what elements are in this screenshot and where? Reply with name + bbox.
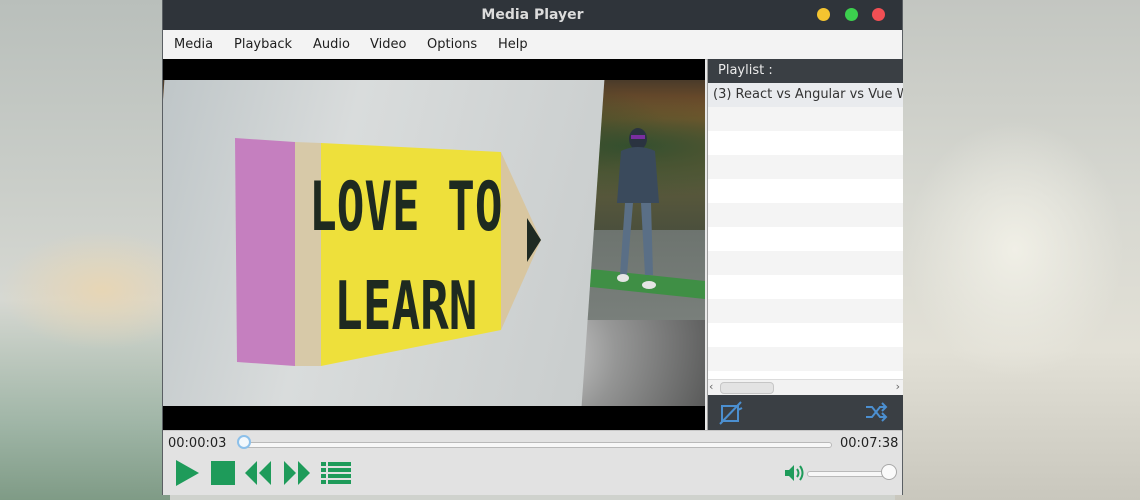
seek-handle[interactable] xyxy=(236,435,251,449)
playlist-empty-row xyxy=(708,203,903,227)
playlist-empty-row xyxy=(708,107,903,131)
media-player-window: Media Player Media Playback Audio Video … xyxy=(163,0,903,495)
playlist-empty-row xyxy=(708,179,903,203)
playlist-empty-row xyxy=(708,131,903,155)
sign-line-2: LEARN xyxy=(334,267,477,345)
play-icon xyxy=(176,460,199,486)
volume-button[interactable] xyxy=(783,458,807,488)
list-icon xyxy=(321,462,351,484)
playlist-list[interactable]: (3) React vs Angular vs Vue Which Framew… xyxy=(708,83,903,379)
playlist-toolbar xyxy=(708,395,903,430)
video-display[interactable]: LOVE TO LEARN xyxy=(163,59,705,430)
video-person xyxy=(617,128,659,289)
scrollbar-thumb[interactable] xyxy=(720,382,774,394)
backdrop-left xyxy=(0,0,170,500)
playlist-header: Playlist : xyxy=(708,59,903,83)
rewind-icon xyxy=(245,461,271,485)
fast-forward-icon xyxy=(284,461,310,485)
shuffle-icon[interactable] xyxy=(864,401,888,427)
menu-media[interactable]: Media xyxy=(174,37,213,52)
volume-slider[interactable] xyxy=(807,471,891,477)
minimize-button[interactable] xyxy=(817,8,830,21)
playlist-empty-row xyxy=(708,347,903,371)
window-title: Media Player xyxy=(481,7,584,23)
playlist-empty-row xyxy=(708,251,903,275)
play-button[interactable] xyxy=(173,458,201,488)
playlist-empty-row xyxy=(708,155,903,179)
no-video-icon[interactable] xyxy=(718,400,744,430)
backdrop-right xyxy=(895,0,1140,500)
volume-handle[interactable] xyxy=(881,464,897,480)
stop-icon xyxy=(211,461,235,485)
playlist-empty-row xyxy=(708,299,903,323)
playlist-item[interactable]: (3) React vs Angular vs Vue Which Framew… xyxy=(708,83,903,107)
scroll-left-arrow-icon[interactable]: ‹ xyxy=(709,380,713,393)
total-time: 00:07:38 xyxy=(840,436,899,451)
playlist-empty-row xyxy=(708,227,903,251)
playlist-item-title: (3) React vs Angular vs Vue Which Framew… xyxy=(713,87,903,102)
seek-bar[interactable] xyxy=(240,442,832,448)
sign-line-1: LOVE TO xyxy=(309,167,502,247)
playlist-panel: Playlist : (3) React vs Angular vs Vue W… xyxy=(707,59,903,430)
playlist-horizontal-scrollbar[interactable]: ‹ › xyxy=(708,379,903,395)
stop-button[interactable] xyxy=(209,458,237,488)
playlist-empty-row xyxy=(708,323,903,347)
maximize-button[interactable] xyxy=(845,8,858,21)
scroll-right-arrow-icon[interactable]: › xyxy=(896,380,900,393)
playlist-empty-row xyxy=(708,275,903,299)
playlist-toggle-button[interactable] xyxy=(319,458,353,488)
close-button[interactable] xyxy=(872,8,885,21)
menu-playback[interactable]: Playback xyxy=(234,37,292,52)
playback-controls: 00:00:03 00:07:38 xyxy=(163,430,902,495)
menu-bar: Media Playback Audio Video Options Help xyxy=(163,30,902,60)
menu-video[interactable]: Video xyxy=(370,37,406,52)
menu-audio[interactable]: Audio xyxy=(313,37,350,52)
title-bar[interactable]: Media Player xyxy=(163,0,902,30)
video-pencil-sign: LOVE TO LEARN xyxy=(235,138,541,366)
volume-icon xyxy=(785,465,804,481)
menu-help[interactable]: Help xyxy=(498,37,528,52)
previous-button[interactable] xyxy=(243,458,273,488)
playlist-empty-row xyxy=(708,371,903,379)
menu-options[interactable]: Options xyxy=(427,37,477,52)
next-button[interactable] xyxy=(282,458,312,488)
video-frame: LOVE TO LEARN xyxy=(163,80,705,406)
playlist-title: Playlist : xyxy=(718,63,773,78)
current-time: 00:00:03 xyxy=(168,436,227,451)
